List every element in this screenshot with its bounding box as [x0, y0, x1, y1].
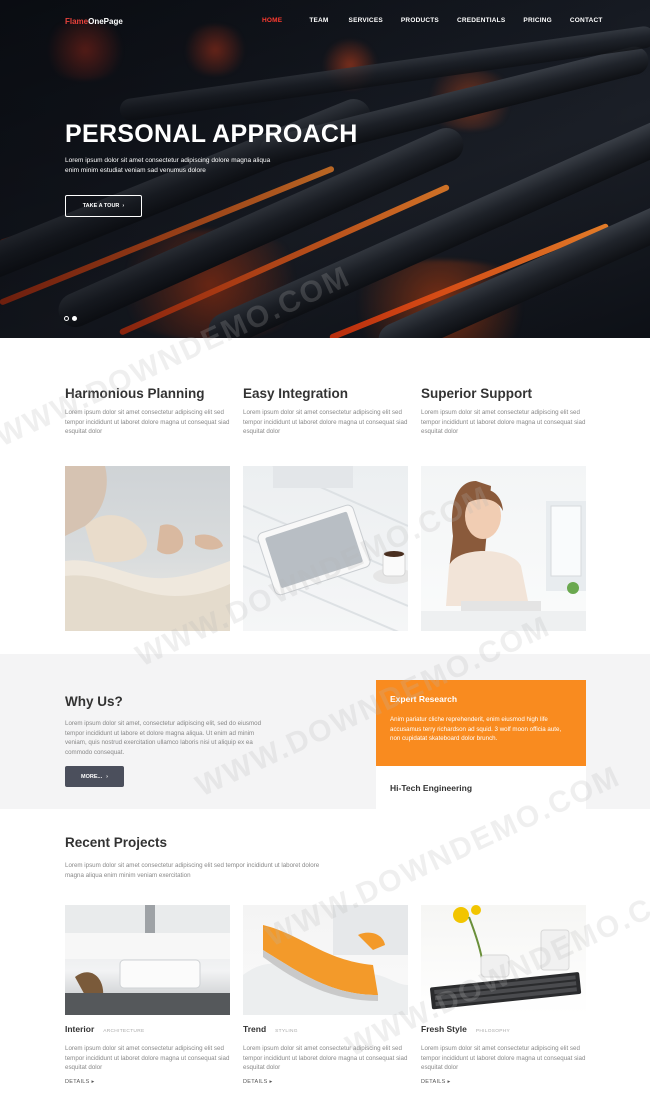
feature-superior-support: Superior Support Lorem ipsum dolor sit a… — [421, 386, 586, 437]
support-woman-photo — [421, 466, 586, 631]
hero-text-line-2: enim minim estudiat veniam sad venumus d… — [65, 167, 206, 174]
hero-slider: FlameOnePage HOME TEAM SERVICES PRODUCTS… — [0, 0, 650, 338]
accordion-text: Anim pariatur cliche reprehenderit, enim… — [390, 716, 562, 742]
slider-dot-2[interactable] — [72, 316, 77, 321]
details-label: DETAILS — [243, 1079, 268, 1085]
fresh-style-project-image[interactable] — [421, 905, 586, 1015]
project-header-interior: Interior ARCHITECTURE — [65, 1024, 144, 1034]
project-category: ARCHITECTURE — [103, 1029, 145, 1034]
project-text: Lorem ipsum dolor sit amet consectetur a… — [421, 1045, 586, 1071]
nav-item-home[interactable]: HOME — [262, 17, 282, 24]
feature-text: Lorem ipsum dolor sit amet consectetur a… — [65, 409, 230, 435]
logo-part-2: OnePage — [88, 17, 123, 26]
recent-projects-text: Lorem ipsum dolor sit amet consectetur a… — [65, 862, 320, 879]
recent-projects-title: Recent Projects — [65, 835, 168, 850]
feature-easy-integration: Easy Integration Lorem ipsum dolor sit a… — [243, 386, 408, 437]
logo[interactable]: FlameOnePage — [65, 17, 123, 26]
details-link-interior[interactable]: DETAILS ▸ — [65, 1079, 95, 1085]
meditation-photo — [65, 466, 230, 631]
feature-text: Lorem ipsum dolor sit amet consectetur a… — [421, 409, 586, 435]
landing-page: FlameOnePage HOME TEAM SERVICES PRODUCTS… — [0, 0, 650, 1116]
nav-item-services[interactable]: SERVICES — [349, 17, 383, 24]
accordion-item-hi-tech-engineering[interactable]: Hi-Tech Engineering — [376, 766, 586, 809]
project-category: STYLING — [275, 1029, 298, 1034]
feature-harmonious-planning: Harmonious Planning Lorem ipsum dolor si… — [65, 386, 230, 437]
project-text: Lorem ipsum dolor sit amet consectetur a… — [243, 1045, 408, 1071]
slider-dot-1[interactable] — [64, 316, 69, 321]
details-link-fresh-style[interactable]: DETAILS ▸ — [421, 1079, 451, 1085]
top-nav: FlameOnePage HOME TEAM SERVICES PRODUCTS… — [0, 0, 650, 42]
feature-title: Easy Integration — [243, 386, 349, 401]
project-text: Lorem ipsum dolor sit amet consectetur a… — [65, 1045, 230, 1071]
why-us-title: Why Us? — [65, 694, 123, 709]
why-us-text: Lorem ipsum dolor sit amet, consectetur … — [65, 720, 262, 756]
interior-project-image[interactable] — [65, 905, 230, 1015]
more-button-label: MORE... — [81, 773, 103, 780]
more-button[interactable]: MORE... › — [65, 766, 124, 787]
details-label: DETAILS — [65, 1079, 90, 1085]
project-category: PHILOSOPHY — [475, 1029, 511, 1034]
project-name[interactable]: Trend — [243, 1024, 266, 1034]
chevron-right-icon: › — [106, 773, 108, 780]
chevron-right-icon: › — [122, 203, 125, 209]
project-name[interactable]: Fresh Style — [421, 1024, 467, 1034]
project-header-fresh-style: Fresh Style PHILOSOPHY — [421, 1024, 510, 1034]
hero-text-line-1: Lorem ipsum dolor sit amet consectetur a… — [65, 157, 271, 164]
nav-item-team[interactable]: TEAM — [309, 17, 328, 24]
caret-right-icon: ▸ — [91, 1079, 95, 1085]
feature-text: Lorem ipsum dolor sit amet consectetur a… — [243, 409, 408, 435]
nav-item-contact[interactable]: CONTACT — [570, 17, 603, 24]
nav-item-credentials[interactable]: CREDENTIALS — [457, 17, 505, 24]
hero-text: Lorem ipsum dolor sit amet consectetur a… — [65, 156, 295, 176]
project-name[interactable]: Interior — [65, 1024, 94, 1034]
details-link-trend[interactable]: DETAILS ▸ — [243, 1079, 273, 1085]
details-label: DETAILS — [421, 1079, 446, 1085]
trend-project-image[interactable] — [243, 905, 408, 1015]
nav-menu: HOME TEAM SERVICES PRODUCTS CREDENTIALS … — [262, 17, 603, 24]
nav-item-products[interactable]: PRODUCTS — [401, 17, 439, 24]
feature-title: Harmonious Planning — [65, 386, 205, 401]
caret-right-icon: ▸ — [447, 1079, 451, 1085]
accordion-item-expert-research[interactable]: Expert Research Anim pariatur cliche rep… — [376, 680, 586, 766]
feature-title: Superior Support — [421, 386, 532, 401]
tablet-desk-photo — [243, 466, 408, 631]
take-a-tour-label: TAKE A TOUR — [82, 203, 120, 209]
project-header-trend: Trend STYLING — [243, 1024, 298, 1034]
accordion-title: Expert Research — [390, 694, 458, 704]
slider-dots — [64, 316, 77, 321]
nav-item-pricing[interactable]: PRICING — [523, 17, 552, 24]
hero-title: PERSONAL APPROACH — [65, 120, 358, 148]
logo-part-1: Flame — [65, 17, 89, 26]
take-a-tour-button[interactable]: TAKE A TOUR › — [65, 195, 142, 217]
accordion-title: Hi-Tech Engineering — [390, 783, 473, 793]
caret-right-icon: ▸ — [269, 1079, 273, 1085]
